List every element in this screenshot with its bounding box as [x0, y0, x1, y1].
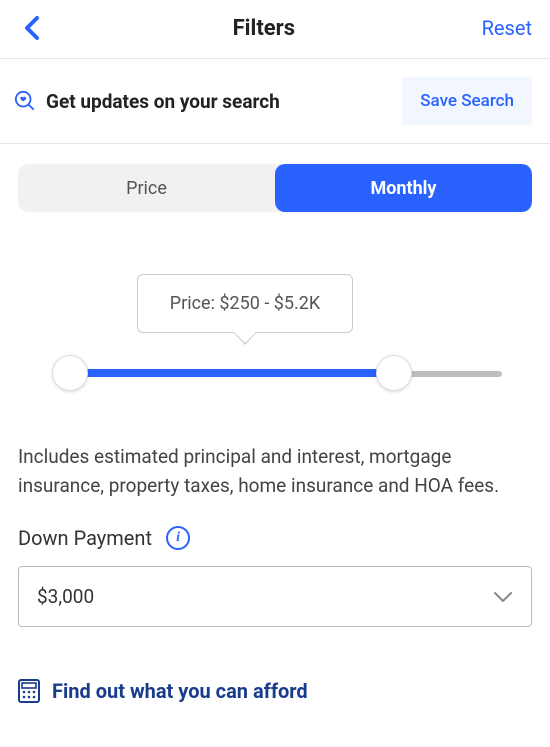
slider-handle-min[interactable]	[52, 355, 88, 391]
price-monthly-toggle: Price Monthly	[18, 164, 532, 212]
tab-price[interactable]: Price	[18, 164, 275, 212]
save-search-label: Get updates on your search	[46, 90, 280, 113]
down-payment-label: Down Payment	[18, 526, 152, 550]
price-range-slider[interactable]	[18, 355, 532, 395]
calculator-icon	[18, 679, 40, 703]
tab-monthly[interactable]: Monthly	[275, 164, 532, 212]
slider-handle-max[interactable]	[376, 355, 412, 391]
reset-button[interactable]: Reset	[482, 16, 532, 40]
heart-search-icon	[14, 90, 36, 112]
chevron-down-icon	[493, 590, 513, 604]
down-payment-value: $3,000	[37, 585, 94, 608]
save-search-prompt: Get updates on your search	[14, 90, 280, 113]
back-button[interactable]	[18, 14, 46, 42]
slider-tooltip: Price: $250 - $5.2K	[137, 274, 353, 333]
page-title: Filters	[233, 16, 295, 41]
affordability-link[interactable]: Find out what you can afford	[18, 679, 532, 703]
save-search-button[interactable]: Save Search	[402, 77, 532, 125]
info-icon[interactable]: i	[166, 526, 190, 550]
monthly-description: Includes estimated principal and interes…	[18, 443, 532, 500]
slider-fill	[80, 369, 390, 377]
chevron-left-icon	[23, 15, 41, 41]
down-payment-select[interactable]: $3,000	[18, 566, 532, 627]
affordability-link-label: Find out what you can afford	[52, 679, 308, 703]
